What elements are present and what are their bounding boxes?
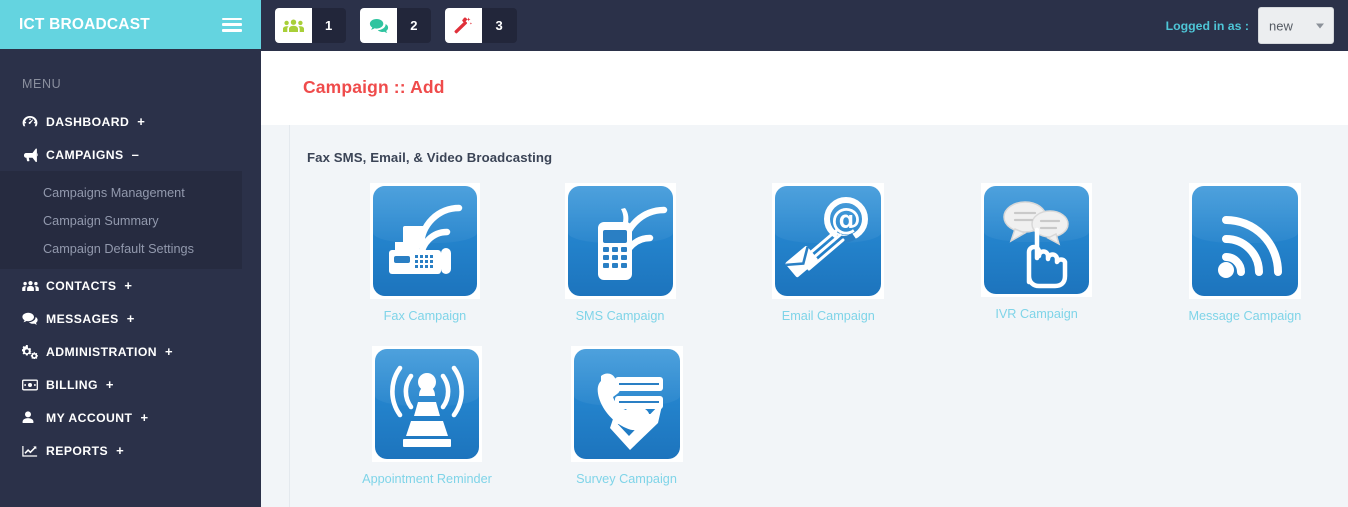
menu-section-label: MENU xyxy=(22,77,62,91)
sidebar-item-label: ADMINISTRATION xyxy=(46,344,158,359)
sidebar-item-label: BILLING xyxy=(46,377,98,392)
tile-survey-campaign[interactable]: Survey Campaign xyxy=(520,346,733,486)
expand-toggle[interactable]: + xyxy=(106,378,114,391)
expand-toggle[interactable]: + xyxy=(137,115,145,128)
sidebar-item-label: MESSAGES xyxy=(46,311,119,326)
sidebar-subitem-campaigns-management[interactable]: Campaigns Management xyxy=(0,179,242,207)
sidebar-item-label: REPORTS xyxy=(46,443,109,458)
email-campaign-icon: @ xyxy=(775,186,882,296)
billing-icon xyxy=(22,379,39,391)
users-icon xyxy=(275,8,312,43)
topbar-badges: 1 2 3 xyxy=(275,8,517,43)
user-icon xyxy=(22,411,39,424)
tile-ivr-campaign[interactable]: IVR Campaign xyxy=(932,183,1140,323)
topbar: 1 2 3 Logged in as: new xyxy=(261,0,1348,51)
sidebar-item-label: CONTACTS xyxy=(46,278,117,293)
tile-label: Email Campaign xyxy=(781,309,875,323)
expand-toggle[interactable]: + xyxy=(127,312,135,325)
comments-icon xyxy=(360,8,398,43)
tile-appointment-reminder[interactable]: Appointment Reminder xyxy=(290,346,520,486)
expand-toggle[interactable]: + xyxy=(165,345,173,358)
app-root: ICT BROADCAST MENU DASHBOARD + CAMPAIGNS… xyxy=(0,0,1348,507)
expand-toggle[interactable]: + xyxy=(116,444,124,457)
ivr-campaign-icon xyxy=(984,186,1090,294)
chevron-down-icon xyxy=(1316,23,1324,28)
appointment-reminder-icon xyxy=(375,349,479,459)
tile-label: Appointment Reminder xyxy=(362,472,492,486)
tile-label: SMS Campaign xyxy=(575,309,665,323)
sms-campaign-icon xyxy=(567,186,673,296)
tile-sms-campaign[interactable]: SMS Campaign xyxy=(516,183,724,323)
contacts-icon xyxy=(22,280,39,292)
logged-in-as-label: Logged in as : xyxy=(1165,18,1249,33)
campaign-tiles: Fax Campaign SMS Campaign @ Email Campai… xyxy=(290,183,1348,486)
user-select-value: new xyxy=(1269,18,1293,33)
magic-wand-icon xyxy=(445,8,483,43)
tile-label: IVR Campaign xyxy=(995,307,1078,321)
sidebar: ICT BROADCAST MENU DASHBOARD + CAMPAIGNS… xyxy=(0,0,261,507)
survey-campaign-icon xyxy=(573,349,680,459)
badge-messages[interactable]: 2 xyxy=(360,8,432,43)
gears-icon xyxy=(22,344,39,359)
tile-label: Survey Campaign xyxy=(576,472,677,486)
tile-frame: @ xyxy=(772,183,885,299)
messages-icon xyxy=(22,312,39,325)
sidebar-item-my-account[interactable]: MY ACCOUNT + xyxy=(0,401,242,434)
content-area: Fax SMS, Email, & Video Broadcasting Fax… xyxy=(261,125,1348,507)
tile-fax-campaign[interactable]: Fax Campaign xyxy=(290,183,516,323)
tile-frame xyxy=(570,346,683,462)
badge-wizard[interactable]: 3 xyxy=(445,8,517,43)
tile-frame xyxy=(369,183,480,299)
sidebar-item-label: MY ACCOUNT xyxy=(46,410,133,425)
tile-row: Fax Campaign SMS Campaign @ Email Campai… xyxy=(290,183,1348,323)
tile-frame xyxy=(564,183,676,299)
hamburger-icon[interactable] xyxy=(222,17,242,32)
badge-users[interactable]: 1 xyxy=(275,8,347,43)
sidebar-subitem-campaign-default-settings[interactable]: Campaign Default Settings xyxy=(0,235,242,263)
sidebar-item-messages[interactable]: MESSAGES + xyxy=(0,302,242,335)
campaigns-submenu: Campaigns Management Campaign Summary Ca… xyxy=(0,171,242,269)
sidebar-item-administration[interactable]: ADMINISTRATION + xyxy=(0,335,242,368)
badge-count: 1 xyxy=(325,18,333,33)
tile-label: Message Campaign xyxy=(1188,309,1302,323)
expand-toggle[interactable]: + xyxy=(124,279,132,292)
tile-label: Fax Campaign xyxy=(383,309,467,323)
tile-frame xyxy=(1188,183,1301,299)
sidebar-item-billing[interactable]: BILLING + xyxy=(0,368,242,401)
brand-header: ICT BROADCAST xyxy=(0,0,261,49)
tile-email-campaign[interactable]: @ Email Campaign xyxy=(724,183,932,323)
megaphone-icon xyxy=(22,147,39,162)
sidebar-item-contacts[interactable]: CONTACTS + xyxy=(0,269,242,302)
page-title: Campaign :: Add xyxy=(303,77,445,97)
sidebar-item-reports[interactable]: REPORTS + xyxy=(0,434,242,467)
campaign-panel: Fax SMS, Email, & Video Broadcasting Fax… xyxy=(289,125,1348,507)
user-select[interactable]: new xyxy=(1258,7,1334,44)
tile-frame xyxy=(981,183,1093,297)
badge-count: 2 xyxy=(410,18,418,33)
tile-row: Appointment Reminder Survey Campaign xyxy=(290,346,1348,486)
brand-title: ICT BROADCAST xyxy=(19,15,150,33)
tile-frame xyxy=(372,346,482,462)
dashboard-icon xyxy=(22,115,39,128)
chart-line-icon xyxy=(22,445,39,457)
badge-count: 3 xyxy=(495,18,503,33)
sidebar-item-label: DASHBOARD xyxy=(46,114,130,129)
sidebar-item-campaigns[interactable]: CAMPAIGNS – xyxy=(0,138,242,171)
main-content: Campaign :: Add Fax SMS, Email, & Video … xyxy=(261,51,1348,507)
fax-campaign-icon xyxy=(372,186,477,296)
panel-heading: Fax SMS, Email, & Video Broadcasting xyxy=(307,150,553,165)
expand-toggle[interactable]: + xyxy=(140,411,148,424)
collapse-toggle[interactable]: – xyxy=(132,148,140,161)
tile-message-campaign[interactable]: Message Campaign xyxy=(1141,183,1348,323)
sidebar-subitem-campaign-summary[interactable]: Campaign Summary xyxy=(0,207,242,235)
login-area: Logged in as : new xyxy=(1166,7,1334,44)
sidebar-item-dashboard[interactable]: DASHBOARD + xyxy=(0,105,242,138)
sidebar-item-label: CAMPAIGNS xyxy=(46,147,124,162)
message-campaign-icon xyxy=(1191,186,1298,296)
sidebar-menu: MENU DASHBOARD + CAMPAIGNS – Campaigns M… xyxy=(0,49,242,467)
